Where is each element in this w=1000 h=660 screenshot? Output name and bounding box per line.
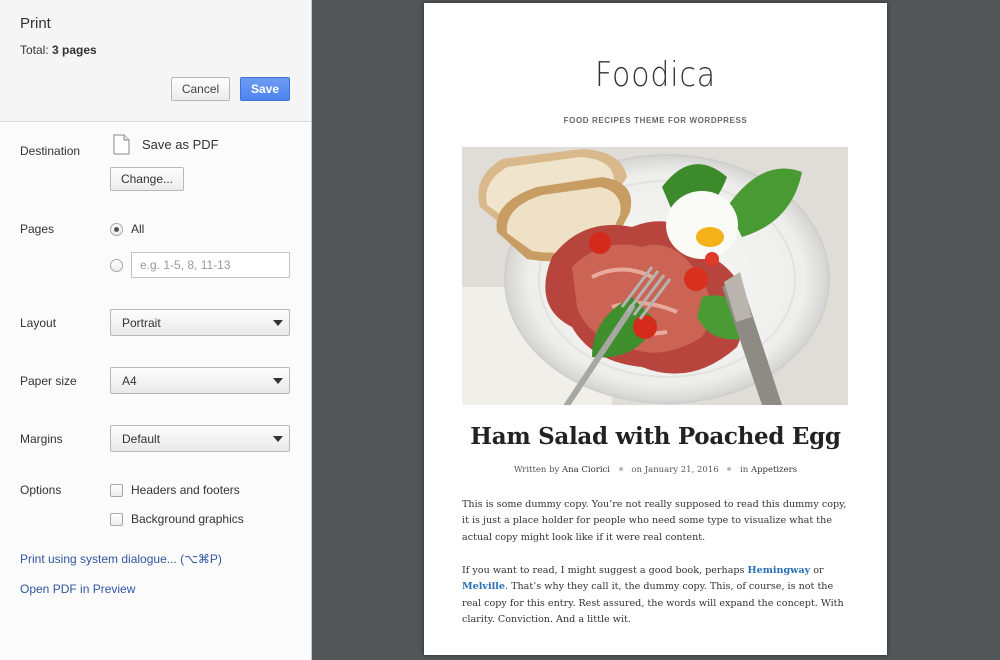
- melville-link[interactable]: Melville: [462, 581, 505, 592]
- open-pdf-preview-link[interactable]: Open PDF in Preview: [20, 582, 135, 596]
- paper-size-value: A4: [122, 374, 137, 388]
- total-value: 3 pages: [52, 43, 97, 57]
- print-preview-page: Foodica FOOD RECIPES THEME FOR WORDPRESS: [424, 3, 887, 655]
- pages-label: Pages: [20, 222, 55, 236]
- recipe-photo: [462, 147, 848, 405]
- total-pages: Total: 3 pages: [20, 43, 97, 57]
- paper-size-label: Paper size: [20, 374, 77, 388]
- paper-size-select[interactable]: A4: [110, 367, 290, 394]
- pages-all-radio[interactable]: [110, 223, 123, 236]
- system-dialog-link[interactable]: Print using system dialogue... (⌥⌘P): [20, 552, 222, 566]
- meta-author-link[interactable]: Ana Ciorici: [562, 465, 610, 475]
- body-paragraph-1: This is some dummy copy. You’re not real…: [462, 499, 847, 543]
- margins-value: Default: [122, 432, 161, 446]
- print-header: Print Total: 3 pages Cancel Save: [0, 0, 311, 122]
- margins-label: Margins: [20, 432, 63, 446]
- meta-category-link[interactable]: Appetizers: [751, 465, 797, 475]
- site-tagline: FOOD RECIPES THEME FOR WORDPRESS: [563, 116, 748, 125]
- chevron-down-icon: [273, 436, 283, 442]
- destination-label: Destination: [20, 144, 81, 158]
- total-label: Total:: [20, 43, 49, 57]
- pages-all-label: All: [131, 222, 145, 236]
- post-title: Ham Salad with Poached Egg: [470, 423, 841, 450]
- body-paragraph-2: If you want to read, I might suggest a g…: [462, 563, 852, 628]
- print-settings-panel: Print Total: 3 pages Cancel Save Destina…: [0, 0, 312, 660]
- meta-in: in: [740, 465, 749, 475]
- post-meta: Written by Ana Ciorici on January 21, 20…: [424, 465, 887, 475]
- meta-written-by: Written by: [513, 465, 560, 475]
- pdf-document-icon: [113, 134, 130, 155]
- para2-text-c: . That’s why they call it, the dummy cop…: [462, 581, 844, 625]
- meta-separator-dot: [727, 467, 732, 471]
- layout-value: Portrait: [122, 316, 161, 330]
- hemingway-link[interactable]: Hemingway: [748, 565, 811, 576]
- pages-custom-input[interactable]: [131, 252, 290, 278]
- chevron-down-icon: [273, 320, 283, 326]
- meta-separator-dot: [618, 467, 623, 471]
- background-graphics-label: Background graphics: [131, 512, 244, 526]
- para2-text-a: If you want to read, I might suggest a g…: [462, 565, 748, 576]
- headers-footers-label: Headers and footers: [131, 483, 240, 497]
- options-label: Options: [20, 483, 62, 497]
- destination-value: Save as PDF: [142, 137, 219, 152]
- chevron-down-icon: [273, 378, 283, 384]
- site-title: Foodica: [594, 55, 716, 95]
- layout-select[interactable]: Portrait: [110, 309, 290, 336]
- meta-date: on January 21, 2016: [631, 465, 719, 475]
- layout-label: Layout: [20, 316, 57, 330]
- cancel-button[interactable]: Cancel: [171, 77, 230, 101]
- para2-text-b: or: [810, 565, 824, 576]
- margins-select[interactable]: Default: [110, 425, 290, 452]
- save-button[interactable]: Save: [240, 77, 290, 101]
- change-destination-button[interactable]: Change...: [110, 167, 184, 191]
- background-graphics-checkbox[interactable]: [110, 513, 123, 526]
- headers-footers-checkbox[interactable]: [110, 484, 123, 497]
- print-title: Print: [20, 15, 51, 32]
- pages-custom-radio[interactable]: [110, 259, 123, 272]
